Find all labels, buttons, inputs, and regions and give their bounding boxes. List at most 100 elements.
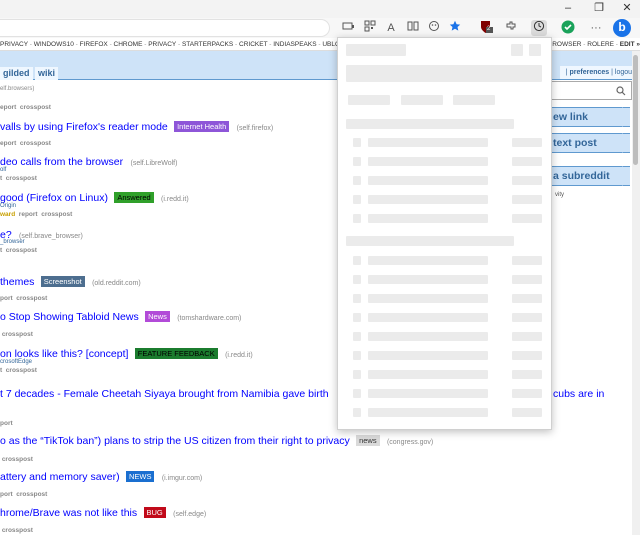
post-actions: t crosspost [0, 367, 37, 374]
qr-icon[interactable] [362, 20, 378, 36]
post-title[interactable]: themes [0, 276, 34, 288]
reader-mode-icon[interactable] [405, 20, 421, 36]
post-title[interactable]: good (Firefox on Linux) [0, 192, 108, 204]
report-link[interactable]: port [0, 420, 13, 427]
award-link[interactable]: ward [0, 211, 15, 218]
post-4[interactable]: themes Screenshot (old.reddit.com) [0, 274, 141, 288]
report-link[interactable]: eport [0, 104, 16, 111]
sr-item[interactable]: ROWSER [552, 41, 581, 48]
post-subreddit[interactable]: _browser [0, 239, 25, 245]
post-1[interactable]: deo calls from the browser (self.LibreWo… [0, 154, 177, 168]
skeleton-row-block [353, 408, 361, 417]
post-title[interactable]: t 7 decades - Female Cheetah Siyaya brou… [0, 388, 329, 400]
ublock-icon[interactable]: 2 [478, 20, 494, 36]
post-domain[interactable]: (self.LibreWolf) [130, 160, 177, 167]
post-domain[interactable]: (old.reddit.com) [92, 280, 141, 287]
skeleton-row-block [353, 138, 361, 147]
crosspost-link[interactable]: crosspost [2, 456, 33, 463]
crosspost-link[interactable]: crosspost [2, 527, 33, 534]
post-domain[interactable]: (congress.gov) [387, 439, 433, 446]
favorite-star-icon[interactable] [447, 20, 463, 36]
extensions-puzzle-icon[interactable] [426, 20, 442, 36]
post-8[interactable]: o as the “TikTok ban”) plans to strip th… [0, 433, 433, 447]
report-link[interactable]: t [0, 175, 2, 182]
crosspost-link[interactable]: crosspost [6, 175, 37, 182]
post-6[interactable]: on looks like this? [concept] FEATURE FE… [0, 346, 253, 360]
search-icon[interactable] [616, 86, 626, 96]
restore-button[interactable]: ❐ [584, 0, 614, 18]
crosspost-link[interactable]: crosspost [6, 367, 37, 374]
tv-icon[interactable] [340, 20, 356, 36]
crosspost-link[interactable]: crosspost [20, 104, 51, 111]
post-5[interactable]: o Stop Showing Tabloid News News (tomsha… [0, 309, 241, 323]
post-title[interactable]: o as the “TikTok ban”) plans to strip th… [0, 435, 350, 447]
report-link[interactable]: eport [0, 140, 16, 147]
sr-item[interactable]: CRICKET [239, 41, 267, 48]
sr-item[interactable]: INDIASPEAKS [273, 41, 316, 48]
post-7-tail[interactable]: cubs are in [553, 386, 604, 400]
minimize-button[interactable]: – [553, 0, 583, 18]
post-domain[interactable]: (self.edge) [173, 511, 206, 518]
post-actions: port crosspost [0, 295, 47, 302]
post-domain[interactable]: (tomshardware.com) [177, 315, 241, 322]
sr-item[interactable]: ROLERE [587, 41, 614, 48]
sr-item[interactable]: PRIVACY [0, 41, 28, 48]
close-button[interactable]: ✕ [612, 0, 640, 18]
report-link[interactable]: t [0, 367, 2, 374]
sr-item[interactable]: STARTERPACKS [182, 41, 233, 48]
more-icon[interactable]: ··· [588, 20, 604, 36]
history-icon[interactable] [531, 20, 547, 36]
skeleton-row-block [353, 256, 361, 265]
post-title[interactable]: o Stop Showing Tabloid News [0, 311, 139, 323]
edit-subscriptions-link[interactable]: EDIT » [620, 41, 640, 48]
post-domain[interactable]: (self.brave_browser) [19, 233, 83, 240]
sr-item[interactable]: PRIVACY [148, 41, 176, 48]
skeleton-row-block [512, 275, 542, 284]
post-title[interactable]: valls by using Firefox's reader mode [0, 121, 168, 133]
post-domain[interactable]: (self.firefox) [237, 125, 274, 132]
sr-item[interactable]: CHROME [114, 41, 143, 48]
address-bar[interactable] [0, 19, 330, 37]
tab-wiki[interactable]: wiki [35, 67, 59, 80]
skeleton-row-block [512, 294, 542, 303]
crosspost-link[interactable]: crosspost [16, 491, 47, 498]
scrollbar-thumb[interactable] [633, 55, 638, 165]
read-aloud-icon[interactable]: A [383, 20, 399, 36]
post-subreddit[interactable]: Origin [0, 203, 16, 209]
sr-item[interactable]: FIREFOX [80, 41, 108, 48]
crosspost-link[interactable]: crosspost [2, 331, 33, 338]
post-domain[interactable]: (i.redd.it) [161, 196, 189, 203]
crosspost-link[interactable]: crosspost [6, 247, 37, 254]
post-domain[interactable]: (i.redd.it) [225, 352, 253, 359]
sr-item[interactable]: WINDOWS10 [34, 41, 74, 48]
crosspost-link[interactable]: crosspost [41, 211, 72, 218]
tab-gilded[interactable]: gilded [0, 67, 33, 80]
extensions-icon[interactable] [503, 20, 519, 36]
report-link[interactable]: report [19, 211, 38, 218]
post-2[interactable]: good (Firefox on Linux) Answered (i.redd… [0, 190, 189, 204]
post-domain[interactable]: (i.imgur.com) [162, 475, 202, 482]
report-link[interactable]: port [0, 491, 13, 498]
post-subreddit[interactable]: crosoftEdge [0, 359, 32, 365]
bing-icon[interactable]: b [613, 19, 631, 37]
post-title[interactable]: deo calls from the browser [0, 156, 123, 168]
post-10[interactable]: hrome/Brave was not like this BUG (self.… [0, 505, 206, 519]
grammarly-icon[interactable] [560, 20, 576, 36]
post-title[interactable]: hrome/Brave was not like this [0, 507, 137, 519]
search-input[interactable] [540, 81, 632, 100]
report-link[interactable]: t [0, 247, 2, 254]
post-title[interactable]: attery and memory saver) [0, 471, 120, 483]
crosspost-link[interactable]: crosspost [20, 140, 51, 147]
post-7[interactable]: t 7 decades - Female Cheetah Siyaya brou… [0, 386, 329, 400]
skeleton-row-block [368, 370, 488, 379]
post-title-tail[interactable]: cubs are in [553, 388, 604, 400]
report-link[interactable]: port [0, 295, 13, 302]
skeleton-section-header [346, 119, 514, 129]
post-9[interactable]: attery and memory saver) NEWS (i.imgur.c… [0, 469, 202, 483]
preferences-link[interactable]: preferences [569, 69, 609, 76]
post-subreddit[interactable]: olf [0, 167, 6, 173]
history-panel[interactable] [337, 37, 552, 430]
crosspost-link[interactable]: crosspost [16, 295, 47, 302]
post-0[interactable]: valls by using Firefox's reader mode Int… [0, 119, 273, 133]
post-flair: news [356, 435, 380, 446]
